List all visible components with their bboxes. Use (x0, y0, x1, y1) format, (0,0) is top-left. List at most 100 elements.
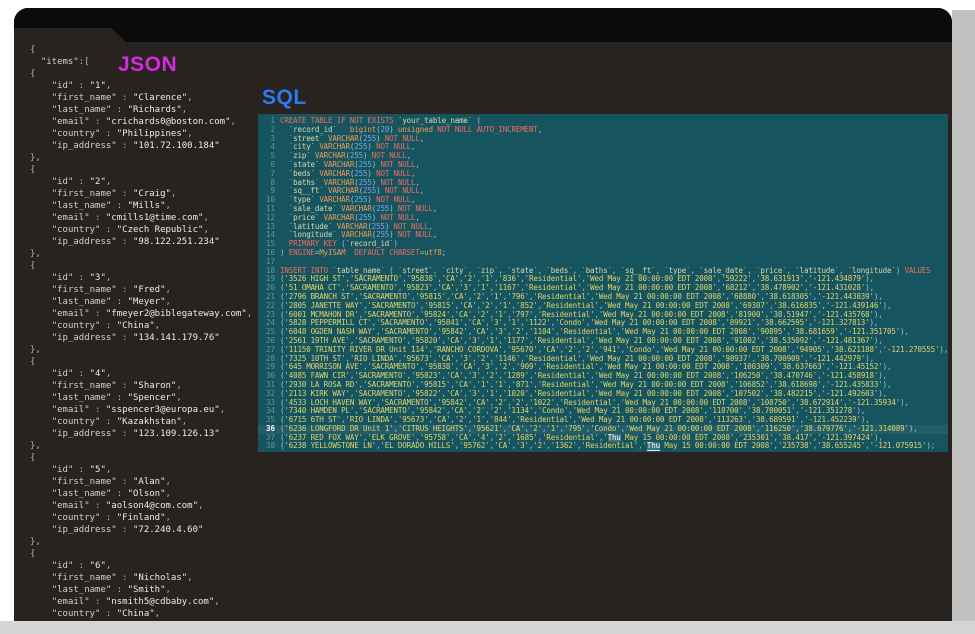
sql-line: 6 `state` VARCHAR(255) NOT NULL, (258, 161, 948, 170)
line-number: 38 (258, 442, 280, 451)
sql-line: 17 (258, 258, 948, 267)
sql-line: 12 `price` VARCHAR(255) NOT NULL, (258, 214, 948, 223)
sql-line: 33('4533 LOCH HAVEN WAY','SACRAMENTO','9… (258, 399, 948, 408)
json-line: "first_name" : "Fred", (30, 284, 275, 296)
sql-line: 11 `sale_date` VARCHAR(255) NOT NULL, (258, 205, 948, 214)
json-line: "first_name" : "Craig", (30, 188, 275, 200)
editor-window: JSON SQL { "items":[{ "id" : "1", "first… (14, 8, 952, 621)
json-line: "items":[ (30, 56, 275, 68)
json-line: { (30, 68, 275, 80)
sql-line: 20('51 OMAHA CT','SACRAMENTO','95823','C… (258, 284, 948, 293)
sql-code[interactable]: 1CREATE TABLE IF NOT EXISTS `your_table_… (258, 117, 948, 451)
json-line: "last_name" : "Meyer", (30, 296, 275, 308)
sql-line: 25('6048 OGDEN NASH WAY','SACRAMENTO','9… (258, 328, 948, 337)
json-line: "email" : "crichards0@boston.com", (30, 116, 275, 128)
sql-line: 1CREATE TABLE IF NOT EXISTS `your_table_… (258, 117, 948, 126)
json-line: "first_name" : "Sharon", (30, 380, 275, 392)
json-line: { (30, 548, 275, 560)
json-line: "email" : "aolson4@com.com", (30, 500, 275, 512)
json-line: "email" : "sspencer3@europa.eu", (30, 404, 275, 416)
sql-line: 8 `baths` VARCHAR(255) NOT NULL, (258, 179, 948, 188)
sql-line: 28('7325 10TH ST','RIO LINDA','95673','C… (258, 355, 948, 364)
sql-line: 32('2113 KIRK WAY','SACRAMENTO','95822',… (258, 390, 948, 399)
line-number: 7 (258, 170, 280, 179)
sql-line: 37('6237 RED FOX WAY','ELK GROVE','95758… (258, 434, 948, 443)
json-line: "id" : "4", (30, 368, 275, 380)
sql-line: 16) ENGINE=MyISAM DEFAULT CHARSET=utf8; (258, 249, 948, 258)
json-line: { (30, 452, 275, 464)
json-line: "id" : "1", (30, 80, 275, 92)
json-line: "country" : "Philippines", (30, 128, 275, 140)
json-line: "ip_address" : "123.109.126.13" (30, 428, 275, 440)
json-line: "email" : "nsmith5@cdbaby.com", (30, 596, 275, 608)
json-line: "country" : "Czech Republic", (30, 224, 275, 236)
json-line: "ip_address" : "72.240.4.60" (30, 524, 275, 536)
json-line: }, (30, 248, 275, 260)
line-number: 3 (258, 135, 280, 144)
sql-line: 30('4085 FAWN CIR','SACRAMENTO','95823',… (258, 372, 948, 381)
line-number: 5 (258, 152, 280, 161)
json-line: "ip_address" : "134.141.179.76" (30, 332, 275, 344)
json-code[interactable]: { "items":[{ "id" : "1", "first_name" : … (30, 44, 275, 621)
json-line: "email" : "cmills1@time.com", (30, 212, 275, 224)
sql-line: 24('5828 PEPPERMILL CT','SACRAMENTO','95… (258, 319, 948, 328)
sql-line: 7 `beds` VARCHAR(255) NOT NULL, (258, 170, 948, 179)
sql-line: 35('6715 6TH ST','RIO LINDA','95673','CA… (258, 416, 948, 425)
page: JSON SQL { "items":[{ "id" : "1", "first… (0, 0, 975, 634)
sql-line: 4 `city` VARCHAR(255) NOT NULL, (258, 143, 948, 152)
json-line: "first_name" : "Alan", (30, 476, 275, 488)
sql-line: 31('2930 LA ROSA RD','SACRAMENTO','95815… (258, 381, 948, 390)
line-number: 2 (258, 126, 280, 135)
json-line: }, (30, 152, 275, 164)
sql-line: 22('2805 JANETTE WAY','SACRAMENTO','9581… (258, 302, 948, 311)
json-line: "country" : "China", (30, 320, 275, 332)
json-line: }, (30, 536, 275, 548)
sql-line: 26('2561 19TH AVE','SACRAMENTO','95820',… (258, 337, 948, 346)
json-line: { (30, 260, 275, 272)
sql-line: 3 `street` VARCHAR(255) NOT NULL, (258, 135, 948, 144)
json-line: "last_name" : "Mills", (30, 200, 275, 212)
json-line: "ip_address" : "216.111.245.255" (30, 620, 275, 621)
json-line: }, (30, 440, 275, 452)
sql-line: 18INSERT INTO `table_name` ( `street`, `… (258, 267, 948, 276)
sql-line: 38('6238 YELLOWSTONE LN','EL DORADO HILL… (258, 442, 948, 451)
sql-line: 19('3526 HIGH ST','SACRAMENTO','95838','… (258, 275, 948, 284)
json-line: "id" : "3", (30, 272, 275, 284)
sql-line: 5 `zip` VARCHAR(255) NOT NULL, (258, 152, 948, 161)
window-titlebar (14, 8, 952, 42)
json-line: "last_name" : "Smith", (30, 584, 275, 596)
json-line: "last_name" : "Spencer", (30, 392, 275, 404)
json-line: "last_name" : "Richards", (30, 104, 275, 116)
sql-line: 34('7340 HAMDEN PL','SACRAMENTO','95842'… (258, 407, 948, 416)
sql-line: 15 PRIMARY KEY (`record_id`) (258, 240, 948, 249)
line-number: 6 (258, 161, 280, 170)
json-line: "ip_address" : "98.122.251.234" (30, 236, 275, 248)
sql-panel[interactable]: 1CREATE TABLE IF NOT EXISTS `your_table_… (258, 114, 948, 452)
json-line: "first_name" : "Clarence", (30, 92, 275, 104)
json-line: "id" : "5", (30, 464, 275, 476)
sql-line: 9 `sq__ft` VARCHAR(255) NOT NULL, (258, 187, 948, 196)
json-line: "email" : "fmeyer2@biblegateway.com", (30, 308, 275, 320)
json-line: "last_name" : "Olson", (30, 488, 275, 500)
json-line: "country" : "Finland", (30, 512, 275, 524)
sql-line: 23('6001 MCMAHON DR','SACRAMENTO','95824… (258, 311, 948, 320)
bottom-surface (0, 621, 975, 634)
right-surface (952, 10, 975, 634)
line-number: 8 (258, 179, 280, 188)
sql-line: 2 `record_id` bigint(20) unsigned NOT NU… (258, 126, 948, 135)
json-line: { (30, 164, 275, 176)
json-line: { (30, 356, 275, 368)
json-line: "id" : "2", (30, 176, 275, 188)
sql-line: 14 `longitude` VARCHAR(255) NOT NULL, (258, 231, 948, 240)
json-line: "id" : "6", (30, 560, 275, 572)
sql-line: 36('6236 LONGFORD DR Unit 1','CITRUS HEI… (258, 425, 948, 434)
line-number: 1 (258, 117, 280, 126)
sql-line: 13 `latitude` VARCHAR(255) NOT NULL, (258, 223, 948, 232)
line-number: 4 (258, 143, 280, 152)
json-line: "country" : "Kazakhstan", (30, 416, 275, 428)
sql-line: 10 `type` VARCHAR(255) NOT NULL, (258, 196, 948, 205)
sql-line: 27('11150 TRINITY RIVER DR Unit 114','RA… (258, 346, 948, 355)
json-line: "country" : "China", (30, 608, 275, 620)
sql-line: 21('2796 BRANCH ST','SACRAMENTO','95815'… (258, 293, 948, 302)
json-line: "ip_address" : "101.72.100.184" (30, 140, 275, 152)
